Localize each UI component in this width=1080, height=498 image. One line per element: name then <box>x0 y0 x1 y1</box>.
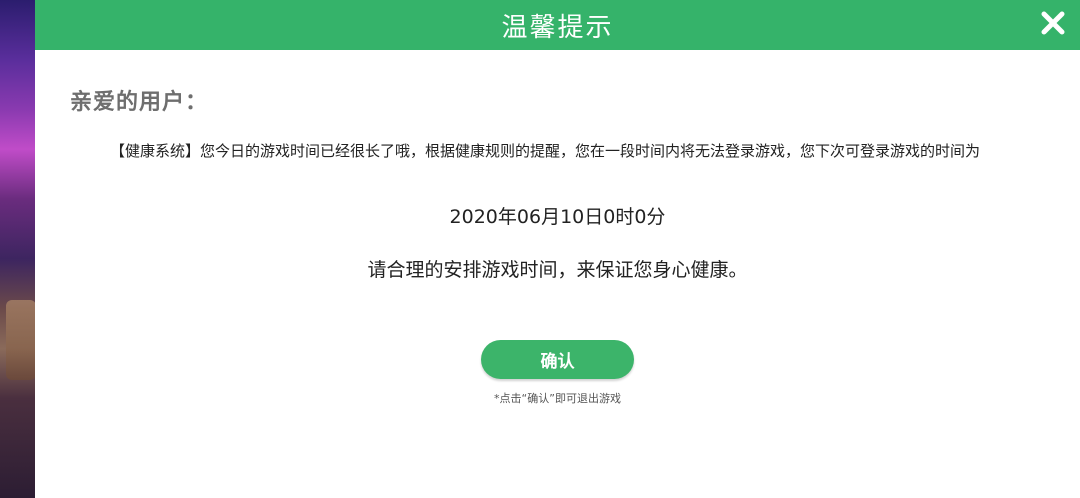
next-login-time: 2020年06月10日0时0分 <box>449 206 666 228</box>
advice-text: 请合理的安排游戏时间，来保证您身心健康。 <box>367 259 748 281</box>
close-icon <box>1041 11 1065 35</box>
health-reminder-dialog: 温馨提示 亲爱的用户： 【健康系统】您今日的游戏时间已经很长了哦，根据健康规则的… <box>35 0 1080 498</box>
confirm-button[interactable]: 确认 <box>481 340 634 379</box>
dialog-title: 温馨提示 <box>501 12 614 43</box>
exit-hint: *点击“确认”即可退出游戏 <box>494 392 621 405</box>
close-button[interactable] <box>1030 0 1080 50</box>
dialog-header: 温馨提示 <box>35 0 1080 50</box>
greeting-text: 亲爱的用户： <box>70 90 209 115</box>
health-message: 【健康系统】您今日的游戏时间已经很长了哦，根据健康规则的提醒，您在一段时间内将无… <box>110 142 981 160</box>
game-background <box>0 0 40 498</box>
